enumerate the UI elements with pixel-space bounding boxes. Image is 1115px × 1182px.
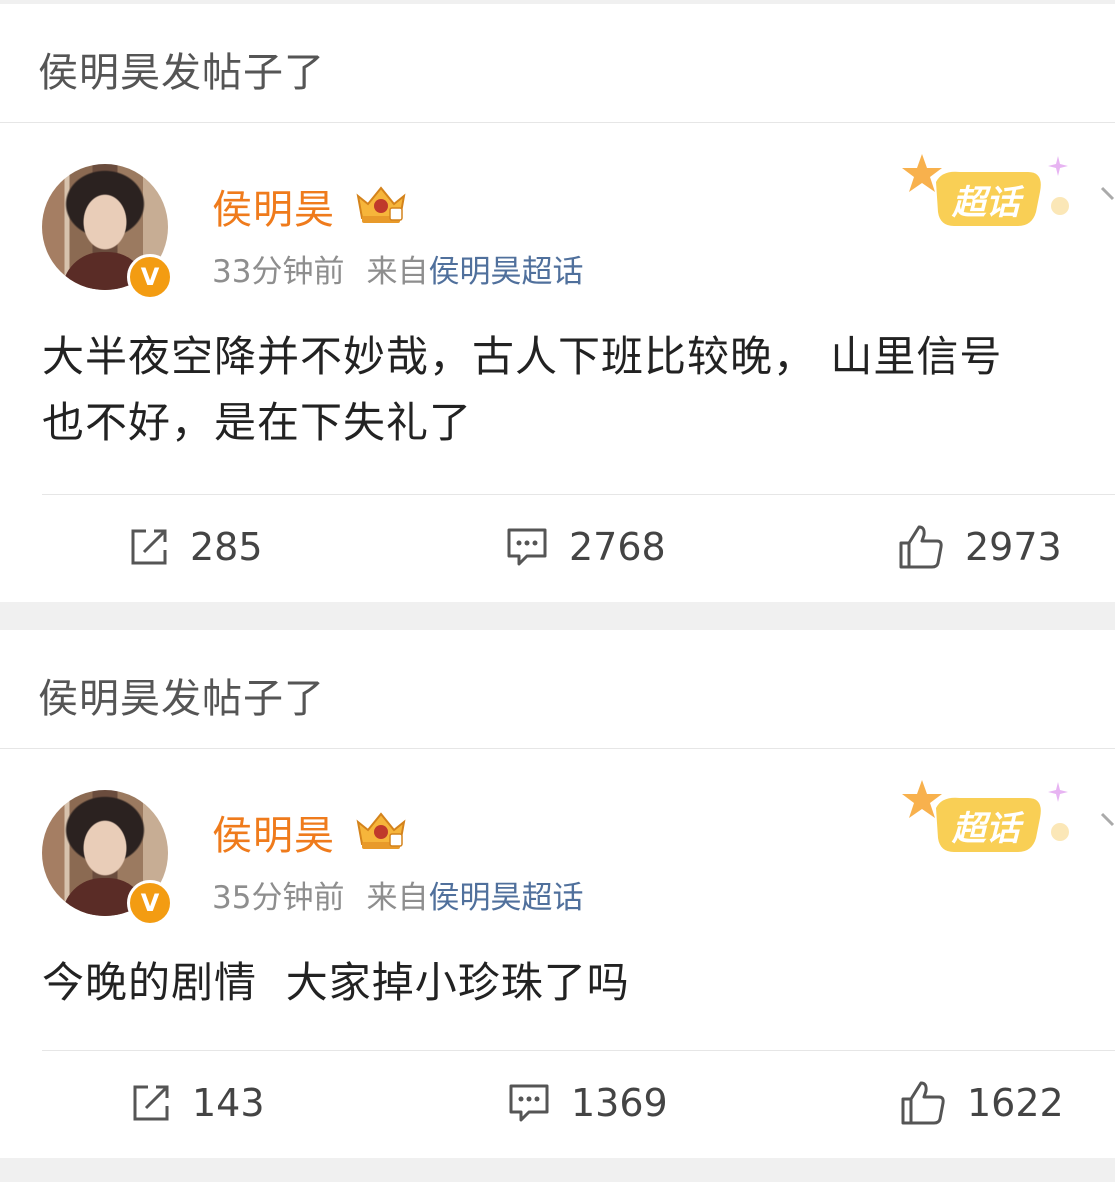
like-count: 1622 [967, 1081, 1064, 1125]
verified-badge-icon: V [127, 880, 173, 926]
comment-count: 1369 [571, 1081, 668, 1125]
crown-badge-icon [356, 812, 406, 849]
verified-badge-icon: V [127, 254, 173, 300]
comment-button[interactable]: 2768 [505, 522, 666, 572]
chaohua-badge-label: 超话 [951, 183, 1025, 223]
source-prefix: 来自 [366, 254, 429, 290]
source-link[interactable]: 侯明昊超话 [428, 880, 583, 916]
repost-button[interactable]: 285 [128, 522, 263, 572]
repost-count: 143 [192, 1081, 265, 1125]
post-time: 33分钟前 [212, 254, 345, 290]
chaohua-badge[interactable]: 超话 [900, 148, 1080, 238]
post-card[interactable]: 侯明昊发帖子了 V 侯明昊 33分钟前 来自侯明昊超话 超话 大半夜空降并不妙哉，… [0, 4, 1115, 602]
like-count: 2973 [965, 525, 1062, 569]
repost-icon [131, 529, 167, 565]
comment-count: 2768 [569, 525, 666, 569]
comment-icon [509, 1084, 549, 1122]
like-button[interactable]: 2973 [897, 522, 1062, 572]
user-name[interactable]: 侯明昊 [212, 803, 335, 861]
source-prefix: 来自 [366, 880, 429, 916]
chaohua-badge[interactable]: 超话 [900, 774, 1080, 864]
chaohua-badge-label: 超话 [951, 809, 1025, 849]
comment-button[interactable]: 1369 [507, 1078, 668, 1128]
repost-count: 285 [190, 525, 263, 569]
comment-icon [507, 528, 547, 566]
content-line: 也不好，是在下失礼了 [42, 398, 473, 447]
post-meta: 33分钟前 来自侯明昊超话 [212, 246, 583, 291]
crown-badge-icon [356, 186, 406, 223]
post-header-text: 侯明昊发帖子了 [38, 50, 325, 96]
source-link[interactable]: 侯明昊超话 [428, 254, 583, 290]
content-line: 大半夜空降并不妙哉，古人下班比较晚， 山里信号 [42, 332, 1003, 381]
divider [42, 494, 1115, 495]
repost-button[interactable]: 143 [130, 1078, 265, 1128]
chevron-down-icon[interactable] [1100, 184, 1115, 214]
post-header-text: 侯明昊发帖子了 [38, 676, 325, 722]
user-name[interactable]: 侯明昊 [212, 177, 335, 235]
post-header: 侯明昊发帖子了 [0, 4, 1115, 123]
post-header: 侯明昊发帖子了 [0, 630, 1115, 749]
like-icon [899, 525, 943, 569]
post-content: 大半夜空降并不妙哉，古人下班比较晚， 山里信号 也不好，是在下失礼了 [42, 324, 1112, 456]
post-content: 今晚的剧情 大家掉小珍珠了吗 [42, 950, 1112, 1016]
chevron-down-icon[interactable] [1100, 810, 1115, 840]
post-time: 35分钟前 [212, 880, 345, 916]
post-meta: 35分钟前 来自侯明昊超话 [212, 872, 583, 917]
like-button[interactable]: 1622 [899, 1078, 1064, 1128]
repost-icon [133, 1085, 169, 1121]
like-icon [901, 1081, 945, 1125]
divider [42, 1050, 1115, 1051]
post-card[interactable]: 侯明昊发帖子了 V 侯明昊 35分钟前 来自侯明昊超话 超话 今晚的剧情 大家掉小… [0, 630, 1115, 1158]
content-line: 今晚的剧情 大家掉小珍珠了吗 [42, 958, 630, 1007]
